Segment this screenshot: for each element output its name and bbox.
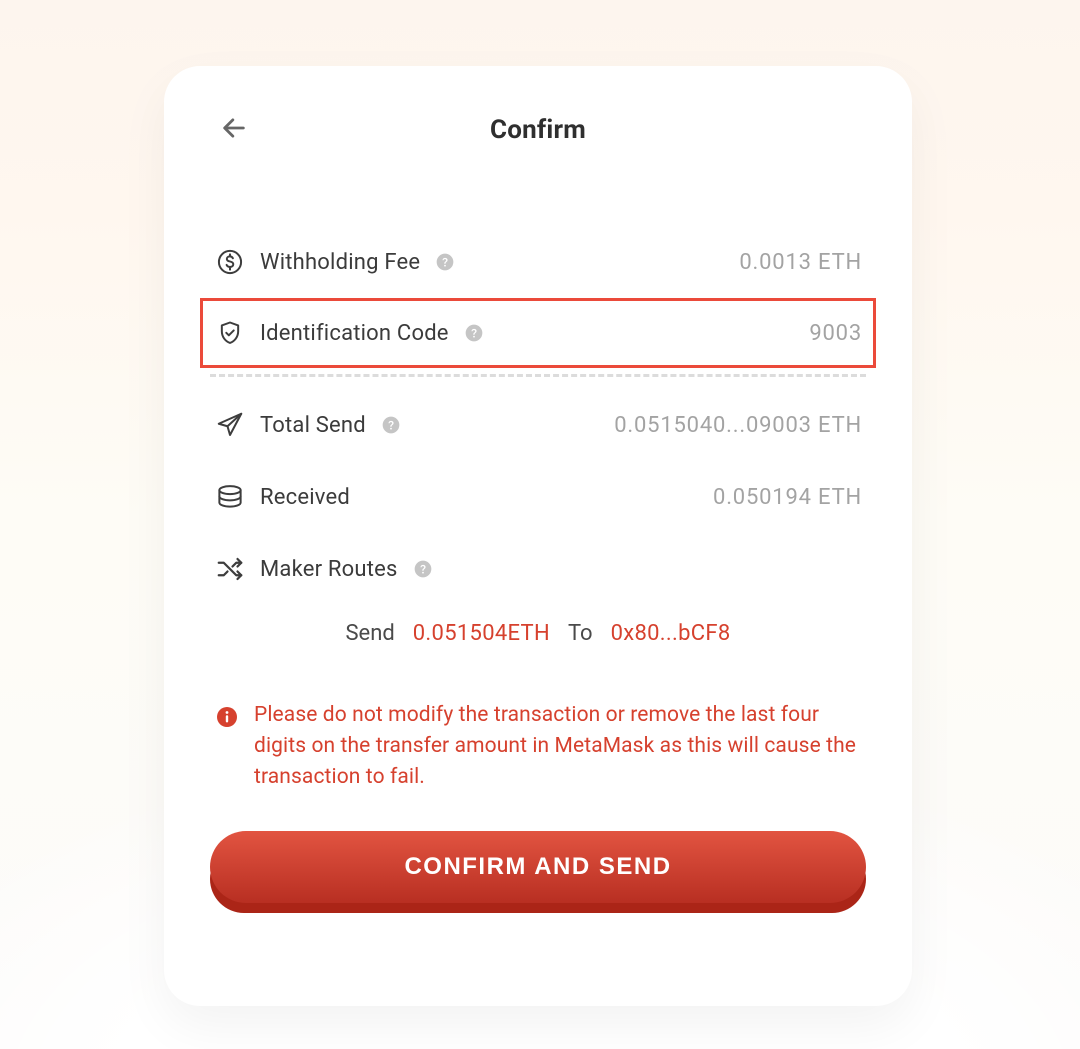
withholding-fee-value: 0.0013 ETH bbox=[739, 250, 862, 275]
total-send-label: Total Send bbox=[260, 413, 366, 438]
withholding-fee-label: Withholding Fee bbox=[260, 250, 420, 275]
coins-stack-icon bbox=[214, 481, 246, 513]
row-total-send: Total Send 0.0515040...09003 ETH bbox=[210, 389, 866, 461]
dollar-circle-icon bbox=[214, 246, 246, 278]
received-value: 0.050194 ETH bbox=[713, 485, 862, 510]
route-send-value: 0.051504ETH bbox=[413, 621, 550, 646]
route-to-label: To bbox=[568, 621, 593, 646]
detail-rows: Withholding Fee 0.0013 ETH Identificatio… bbox=[210, 226, 866, 646]
row-identification-code: Identification Code 9003 bbox=[210, 298, 866, 368]
warning-banner: Please do not modify the transaction or … bbox=[210, 700, 866, 793]
shuffle-icon bbox=[214, 553, 246, 585]
back-arrow-icon bbox=[220, 114, 248, 142]
shield-check-icon bbox=[214, 317, 246, 349]
help-icon[interactable] bbox=[380, 414, 402, 436]
confirm-and-send-button[interactable]: CONFIRM AND SEND bbox=[210, 831, 866, 903]
divider bbox=[210, 374, 866, 377]
identification-code-label: Identification Code bbox=[260, 321, 449, 346]
received-label: Received bbox=[260, 485, 350, 510]
help-icon[interactable] bbox=[463, 322, 485, 344]
row-received: Received 0.050194 ETH bbox=[210, 461, 866, 533]
route-to-address: 0x80...bCF8 bbox=[611, 621, 731, 646]
identification-code-value: 9003 bbox=[809, 321, 862, 346]
total-send-value: 0.0515040...09003 ETH bbox=[614, 413, 862, 438]
warning-text: Please do not modify the transaction or … bbox=[254, 700, 862, 793]
info-circle-icon bbox=[214, 704, 240, 730]
maker-route-details: Send 0.051504ETH To 0x80...bCF8 bbox=[210, 621, 866, 646]
back-button[interactable] bbox=[216, 110, 252, 146]
row-withholding-fee: Withholding Fee 0.0013 ETH bbox=[210, 226, 866, 298]
paper-plane-icon bbox=[214, 409, 246, 441]
page-title: Confirm bbox=[490, 115, 586, 145]
help-icon[interactable] bbox=[412, 558, 434, 580]
maker-routes-label: Maker Routes bbox=[260, 557, 398, 582]
row-maker-routes: Maker Routes bbox=[210, 533, 866, 605]
confirm-card: Confirm Withholding Fee 0.0013 ETH bbox=[164, 66, 912, 1006]
card-header: Confirm bbox=[210, 108, 866, 152]
route-send-label: Send bbox=[345, 621, 394, 646]
help-icon[interactable] bbox=[434, 251, 456, 273]
cta-wrap: CONFIRM AND SEND bbox=[210, 831, 866, 909]
